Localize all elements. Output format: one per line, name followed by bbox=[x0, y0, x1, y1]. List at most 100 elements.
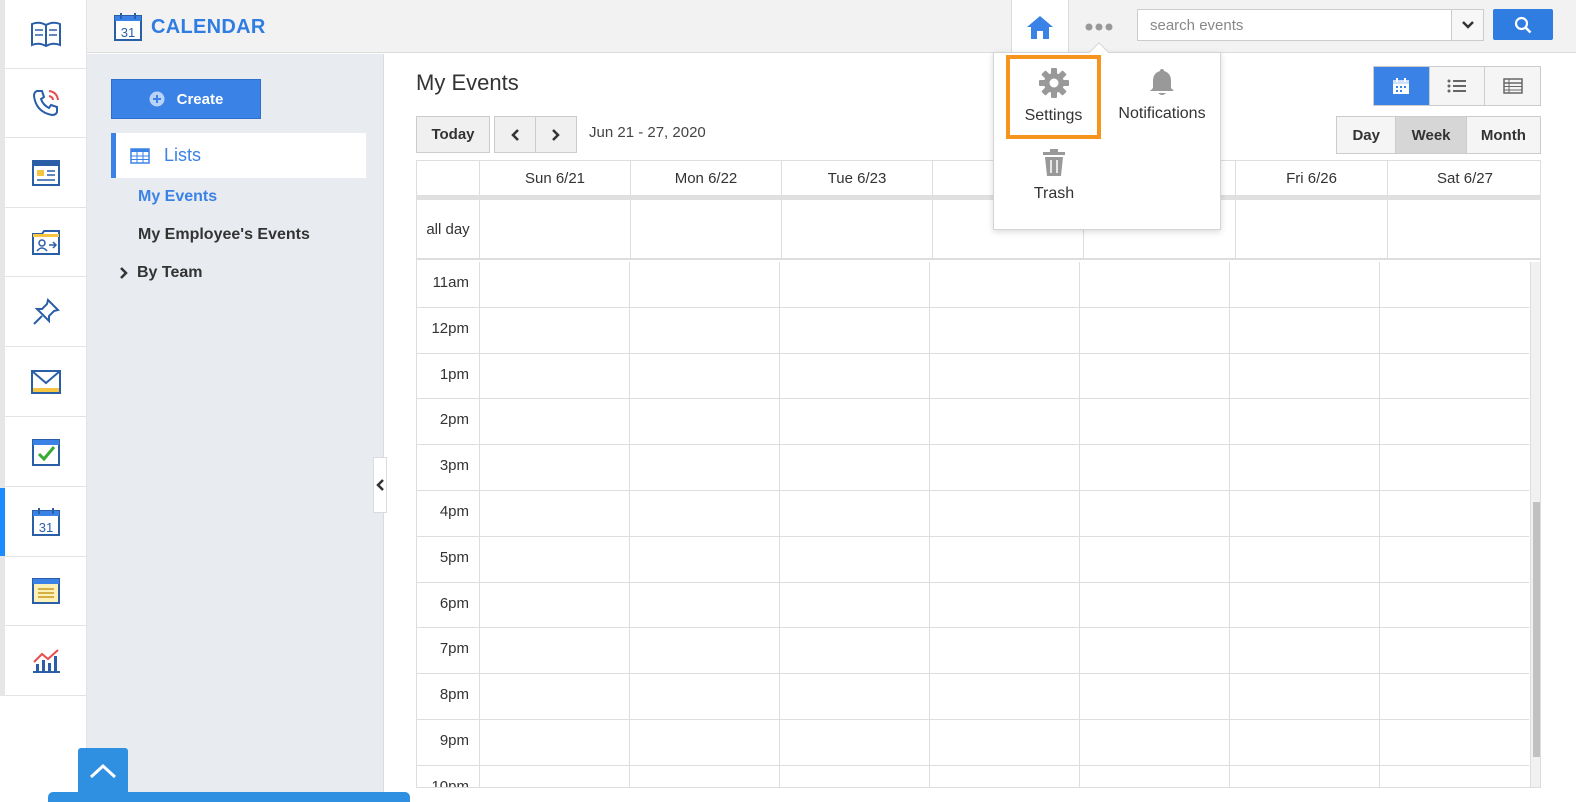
next-week-button[interactable] bbox=[535, 116, 577, 153]
time-slot-cell[interactable] bbox=[479, 445, 629, 490]
time-slot-cell[interactable] bbox=[479, 262, 629, 307]
search-button[interactable] bbox=[1493, 9, 1553, 40]
time-slot-cell[interactable] bbox=[779, 674, 929, 719]
time-slot-cell[interactable] bbox=[479, 536, 629, 582]
search-filter-dropdown[interactable] bbox=[1451, 10, 1483, 40]
time-slot-cell[interactable] bbox=[629, 536, 779, 582]
day-header[interactable]: Mon 6/22 bbox=[630, 161, 781, 195]
search-input[interactable] bbox=[1138, 10, 1451, 40]
rail-item-contacts[interactable] bbox=[5, 208, 86, 277]
time-slot-cell[interactable] bbox=[479, 582, 629, 628]
time-slot-cell[interactable] bbox=[1229, 765, 1379, 787]
day-range-button[interactable]: Day bbox=[1337, 117, 1396, 153]
day-header[interactable]: Sun 6/21 bbox=[479, 161, 630, 195]
lists-header[interactable]: Lists bbox=[111, 133, 366, 178]
rail-item-mail[interactable] bbox=[5, 348, 86, 417]
time-slot-cell[interactable] bbox=[1079, 628, 1229, 674]
time-slot-cell[interactable] bbox=[779, 719, 929, 765]
calendar-scrollbar[interactable] bbox=[1530, 262, 1540, 787]
home-button[interactable] bbox=[1011, 0, 1069, 53]
time-slot-cell[interactable] bbox=[779, 628, 929, 674]
time-slot-cell[interactable] bbox=[629, 445, 779, 490]
all-day-cell[interactable] bbox=[781, 200, 932, 258]
time-slot-cell[interactable] bbox=[929, 582, 1079, 628]
more-options-button[interactable] bbox=[1077, 10, 1121, 44]
rail-item-calendar[interactable]: 31 bbox=[0, 488, 86, 557]
time-slot-cell[interactable] bbox=[929, 719, 1079, 765]
time-slot-cell[interactable] bbox=[779, 353, 929, 399]
time-slot-cell[interactable] bbox=[629, 582, 779, 628]
time-slot-cell[interactable] bbox=[479, 490, 629, 536]
rail-item-tasks[interactable] bbox=[5, 418, 86, 487]
time-slot-cell[interactable] bbox=[1229, 353, 1379, 399]
time-slot-cell[interactable] bbox=[1379, 536, 1529, 582]
time-slot-cell[interactable] bbox=[479, 765, 629, 787]
week-range-button[interactable]: Week bbox=[1395, 117, 1466, 153]
time-slot-cell[interactable] bbox=[779, 307, 929, 353]
time-slot-cell[interactable] bbox=[929, 765, 1079, 787]
time-slot-cell[interactable] bbox=[779, 399, 929, 445]
time-slot-cell[interactable] bbox=[779, 262, 929, 307]
menu-item-notifications[interactable]: Notifications bbox=[1112, 67, 1212, 123]
time-slot-cell[interactable] bbox=[929, 445, 1079, 490]
calendar-view-button[interactable] bbox=[1374, 67, 1429, 105]
time-slot-cell[interactable] bbox=[1379, 353, 1529, 399]
all-day-cell[interactable] bbox=[1387, 200, 1540, 258]
time-slot-cell[interactable] bbox=[1079, 307, 1229, 353]
time-slot-cell[interactable] bbox=[1379, 262, 1529, 307]
scroll-to-top-button[interactable] bbox=[78, 748, 128, 794]
time-slot-cell[interactable] bbox=[629, 719, 779, 765]
all-day-cell[interactable] bbox=[1235, 200, 1387, 258]
time-slot-cell[interactable] bbox=[1379, 307, 1529, 353]
time-slot-cell[interactable] bbox=[629, 307, 779, 353]
list-view-button[interactable] bbox=[1428, 67, 1485, 105]
time-slot-cell[interactable] bbox=[1079, 445, 1229, 490]
menu-item-trash[interactable]: Trash bbox=[1008, 149, 1100, 203]
time-slot-cell[interactable] bbox=[1079, 582, 1229, 628]
day-header[interactable]: Fri 6/26 bbox=[1235, 161, 1387, 195]
time-slot-cell[interactable] bbox=[479, 353, 629, 399]
time-slot-cell[interactable] bbox=[1229, 490, 1379, 536]
rail-item-book[interactable] bbox=[5, 0, 86, 69]
day-header[interactable]: Tue 6/23 bbox=[781, 161, 932, 195]
time-slot-cell[interactable] bbox=[479, 628, 629, 674]
time-slot-cell[interactable] bbox=[1079, 399, 1229, 445]
month-range-button[interactable]: Month bbox=[1465, 117, 1540, 153]
time-slot-cell[interactable] bbox=[779, 445, 929, 490]
time-slot-cell[interactable] bbox=[1229, 628, 1379, 674]
time-slot-cell[interactable] bbox=[1229, 536, 1379, 582]
scrollbar-thumb[interactable] bbox=[1533, 502, 1540, 757]
time-slot-cell[interactable] bbox=[779, 582, 929, 628]
time-slot-cell[interactable] bbox=[1079, 719, 1229, 765]
time-slot-cell[interactable] bbox=[779, 490, 929, 536]
time-slot-cell[interactable] bbox=[1079, 353, 1229, 399]
time-slot-cell[interactable] bbox=[629, 262, 779, 307]
time-slot-cell[interactable] bbox=[1379, 490, 1529, 536]
time-slot-cell[interactable] bbox=[929, 628, 1079, 674]
time-slot-cell[interactable] bbox=[629, 353, 779, 399]
rail-item-news[interactable] bbox=[5, 139, 86, 208]
sidebar-item-my-events[interactable]: My Events bbox=[138, 188, 217, 206]
time-slot-cell[interactable] bbox=[779, 765, 929, 787]
time-slot-cell[interactable] bbox=[479, 307, 629, 353]
time-slot-cell[interactable] bbox=[1229, 719, 1379, 765]
time-slot-cell[interactable] bbox=[479, 399, 629, 445]
table-view-button[interactable] bbox=[1484, 67, 1541, 105]
rail-item-phone[interactable] bbox=[5, 69, 86, 138]
time-slot-cell[interactable] bbox=[1379, 674, 1529, 719]
time-slot-cell[interactable] bbox=[629, 490, 779, 536]
time-slot-cell[interactable] bbox=[1079, 262, 1229, 307]
time-slot-cell[interactable] bbox=[1229, 445, 1379, 490]
time-slot-cell[interactable] bbox=[1379, 445, 1529, 490]
all-day-cell[interactable] bbox=[479, 200, 630, 258]
time-slot-cell[interactable] bbox=[929, 353, 1079, 399]
time-slot-cell[interactable] bbox=[1079, 536, 1229, 582]
rail-item-reports[interactable] bbox=[5, 627, 86, 696]
time-slot-cell[interactable] bbox=[629, 674, 779, 719]
time-slot-cell[interactable] bbox=[1379, 399, 1529, 445]
time-slot-cell[interactable] bbox=[1379, 628, 1529, 674]
rail-item-pin[interactable] bbox=[5, 278, 86, 347]
menu-item-settings[interactable]: Settings bbox=[1006, 55, 1101, 139]
time-slot-cell[interactable] bbox=[629, 628, 779, 674]
time-slot-cell[interactable] bbox=[929, 399, 1079, 445]
